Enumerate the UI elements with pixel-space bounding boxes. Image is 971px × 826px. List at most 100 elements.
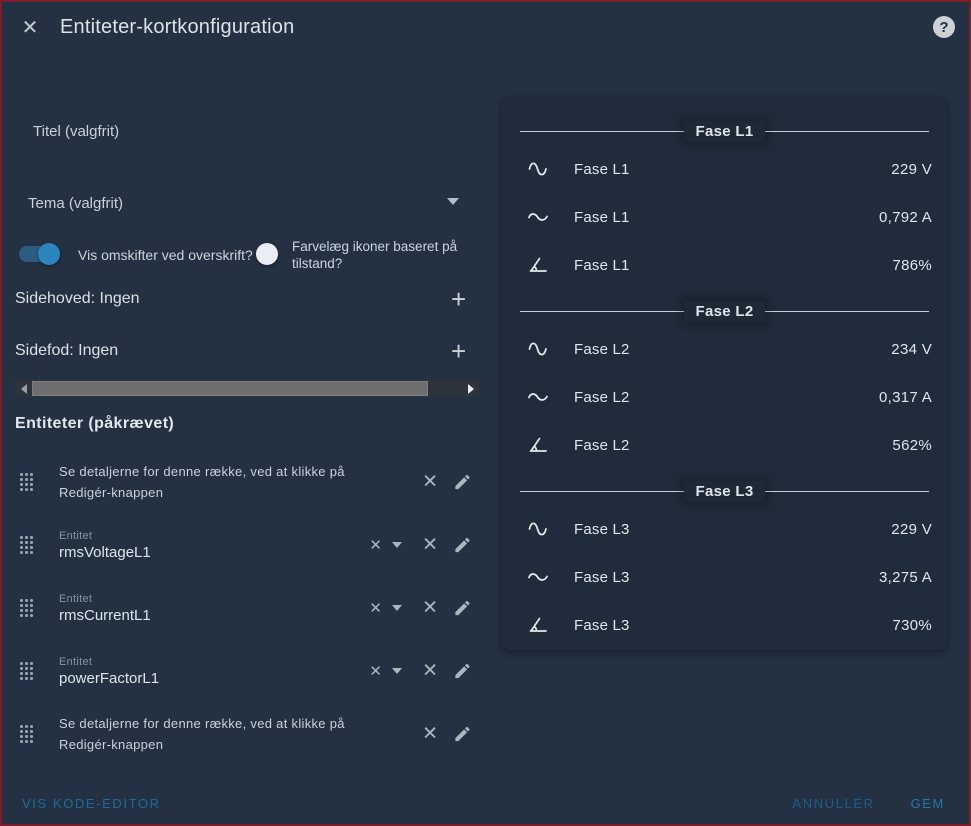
remove-row-icon[interactable]: ✕ (422, 534, 438, 557)
section-title: Fase L1 (684, 121, 766, 142)
drag-handle-icon[interactable] (20, 662, 35, 680)
entity-field-label: Entitet (59, 530, 151, 542)
entity-field-label: Entitet (59, 593, 151, 605)
preview-entity-row[interactable]: Fase L3730% (502, 601, 947, 649)
entity-name: Fase L1 (574, 209, 879, 226)
edit-row-icon[interactable] (453, 725, 472, 744)
dialog-header: ✕ Entiteter-kortkonfiguration ? (2, 2, 969, 52)
entity-row: Entitet rmsCurrentL1 ✕ ✕ (15, 580, 480, 636)
entity-field-value[interactable]: rmsCurrentL1 (59, 607, 151, 624)
chevron-down-icon[interactable] (447, 198, 459, 205)
entity-name: Fase L2 (574, 437, 892, 454)
preview-entity-row[interactable]: Fase L3229 V (502, 505, 947, 553)
special-row-description: Se detaljerne for denne række, ved at kl… (59, 713, 371, 755)
preview-entity-row[interactable]: Fase L2234 V (502, 325, 947, 373)
entity-name: Fase L2 (574, 341, 891, 358)
entity-state-value: 229 V (891, 521, 932, 538)
entity-picker[interactable]: Entitet rmsCurrentL1 (59, 593, 151, 624)
angle-acute-icon (526, 433, 550, 457)
entity-field-label: Entitet (59, 656, 159, 668)
entity-field-value[interactable]: rmsVoltageL1 (59, 544, 151, 561)
cancel-button[interactable]: ANNULLÉR (792, 796, 874, 811)
footer-row-label: Sidefod: Ingen (15, 342, 118, 360)
entity-name: Fase L3 (574, 569, 879, 586)
entity-dropdown-icon[interactable] (392, 668, 402, 674)
title-input[interactable]: Titel (valgfrit) (33, 123, 119, 140)
show-header-toggle[interactable] (19, 246, 57, 262)
toggle-knob (38, 243, 60, 265)
entity-state-value: 229 V (891, 161, 932, 178)
current-ac-icon (526, 565, 550, 589)
edit-row-icon[interactable] (453, 662, 472, 681)
preview-entity-row[interactable]: Fase L10,792 A (502, 193, 947, 241)
entity-picker[interactable]: Entitet rmsVoltageL1 (59, 530, 151, 561)
preview-entity-row[interactable]: Fase L33,275 A (502, 553, 947, 601)
colorize-icons-toggle[interactable] (256, 243, 278, 265)
edit-row-icon[interactable] (453, 536, 472, 555)
add-footer-button[interactable]: + (451, 340, 466, 362)
drag-handle-icon[interactable] (20, 725, 35, 743)
colorize-icons-toggle-label: Farvelæg ikoner baseret på tilstand? (292, 238, 472, 272)
special-row-description: Se detaljerne for denne række, ved at kl… (59, 461, 371, 503)
drag-handle-icon[interactable] (20, 473, 35, 491)
scrollbar-left-arrow-icon[interactable] (15, 380, 32, 397)
clear-entity-icon[interactable]: ✕ (369, 599, 382, 617)
special-row: Se detaljerne for denne række, ved at kl… (15, 706, 480, 762)
preview-entity-row[interactable]: Fase L20,317 A (502, 373, 947, 421)
current-ac-icon (526, 205, 550, 229)
angle-acute-icon (526, 253, 550, 277)
dialog-footer: VIS KODE-EDITOR ANNULLÉR GEM (2, 788, 969, 824)
preview-entity-row[interactable]: Fase L1786% (502, 241, 947, 289)
entity-field-value[interactable]: powerFactorL1 (59, 670, 159, 687)
save-button[interactable]: GEM (911, 796, 945, 811)
scrollbar-track[interactable] (32, 380, 462, 397)
show-header-toggle-label: Vis omskifter ved overskrift? (78, 247, 253, 263)
sine-wave-icon (526, 157, 550, 181)
drag-handle-icon[interactable] (20, 599, 35, 617)
entity-row: Entitet rmsVoltageL1 ✕ ✕ (15, 517, 480, 573)
entity-name: Fase L1 (574, 161, 891, 178)
remove-row-icon[interactable]: ✕ (422, 660, 438, 683)
card-preview: Fase L1Fase L1229 VFase L10,792 AFase L1… (502, 97, 947, 650)
help-icon[interactable]: ? (933, 16, 955, 38)
scrollbar-right-arrow-icon[interactable] (462, 380, 479, 397)
sine-wave-icon (526, 517, 550, 541)
show-code-editor-button[interactable]: VIS KODE-EDITOR (22, 796, 161, 811)
preview-section-header: Fase L2 (502, 297, 947, 325)
entity-picker[interactable]: Entitet powerFactorL1 (59, 656, 159, 687)
dialog-title: Entiteter-kortkonfiguration (60, 16, 294, 39)
remove-row-icon[interactable]: ✕ (422, 597, 438, 620)
preview-section-header: Fase L3 (502, 477, 947, 505)
sine-wave-icon (526, 337, 550, 361)
drag-handle-icon[interactable] (20, 536, 35, 554)
horizontal-scrollbar[interactable] (15, 380, 479, 397)
preview-entity-row[interactable]: Fase L2562% (502, 421, 947, 469)
remove-row-icon[interactable]: ✕ (422, 471, 438, 494)
entities-heading: Entiteter (påkrævet) (15, 415, 174, 433)
entity-name: Fase L3 (574, 617, 892, 634)
clear-entity-icon[interactable]: ✕ (369, 536, 382, 554)
remove-row-icon[interactable]: ✕ (422, 723, 438, 746)
preview-section-header: Fase L1 (502, 117, 947, 145)
entity-state-value: 786% (892, 257, 932, 274)
entity-rows: Se detaljerne for denne række, ved at kl… (15, 454, 480, 769)
theme-select[interactable]: Tema (valgfrit) (28, 195, 123, 212)
angle-acute-icon (526, 613, 550, 637)
entity-name: Fase L3 (574, 521, 891, 538)
entity-row: Entitet powerFactorL1 ✕ ✕ (15, 643, 480, 699)
add-header-button[interactable]: + (451, 288, 466, 310)
section-title: Fase L2 (684, 301, 766, 322)
entity-state-value: 3,275 A (879, 569, 932, 586)
edit-row-icon[interactable] (453, 599, 472, 618)
scrollbar-thumb[interactable] (32, 381, 428, 396)
current-ac-icon (526, 385, 550, 409)
header-row-label: Sidehoved: Ingen (15, 290, 140, 308)
entity-dropdown-icon[interactable] (392, 605, 402, 611)
close-icon[interactable]: ✕ (16, 13, 44, 41)
entity-state-value: 562% (892, 437, 932, 454)
entity-name: Fase L1 (574, 257, 892, 274)
preview-entity-row[interactable]: Fase L1229 V (502, 145, 947, 193)
clear-entity-icon[interactable]: ✕ (369, 662, 382, 680)
entity-dropdown-icon[interactable] (392, 542, 402, 548)
edit-row-icon[interactable] (453, 473, 472, 492)
